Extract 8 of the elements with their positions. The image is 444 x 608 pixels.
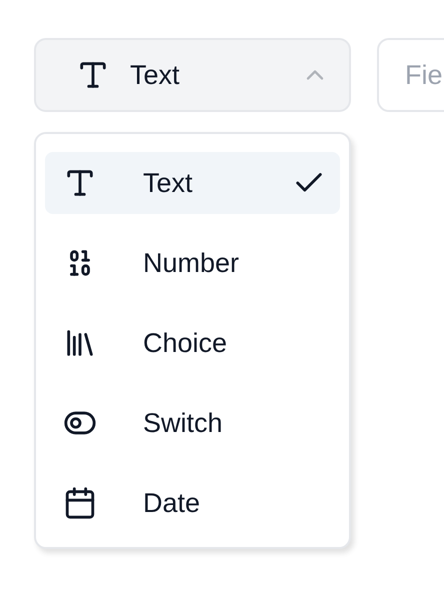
menu-item[interactable]: Text (45, 152, 340, 214)
menu-item[interactable]: Switch (45, 392, 340, 454)
field-type-select[interactable]: Text (34, 38, 351, 112)
calendar-icon (63, 486, 97, 520)
menu-item[interactable]: Number (45, 232, 340, 294)
field-name-input[interactable]: Fie (377, 38, 444, 112)
menu-item[interactable]: Date (45, 472, 340, 534)
menu-item[interactable]: Choice (45, 312, 340, 374)
